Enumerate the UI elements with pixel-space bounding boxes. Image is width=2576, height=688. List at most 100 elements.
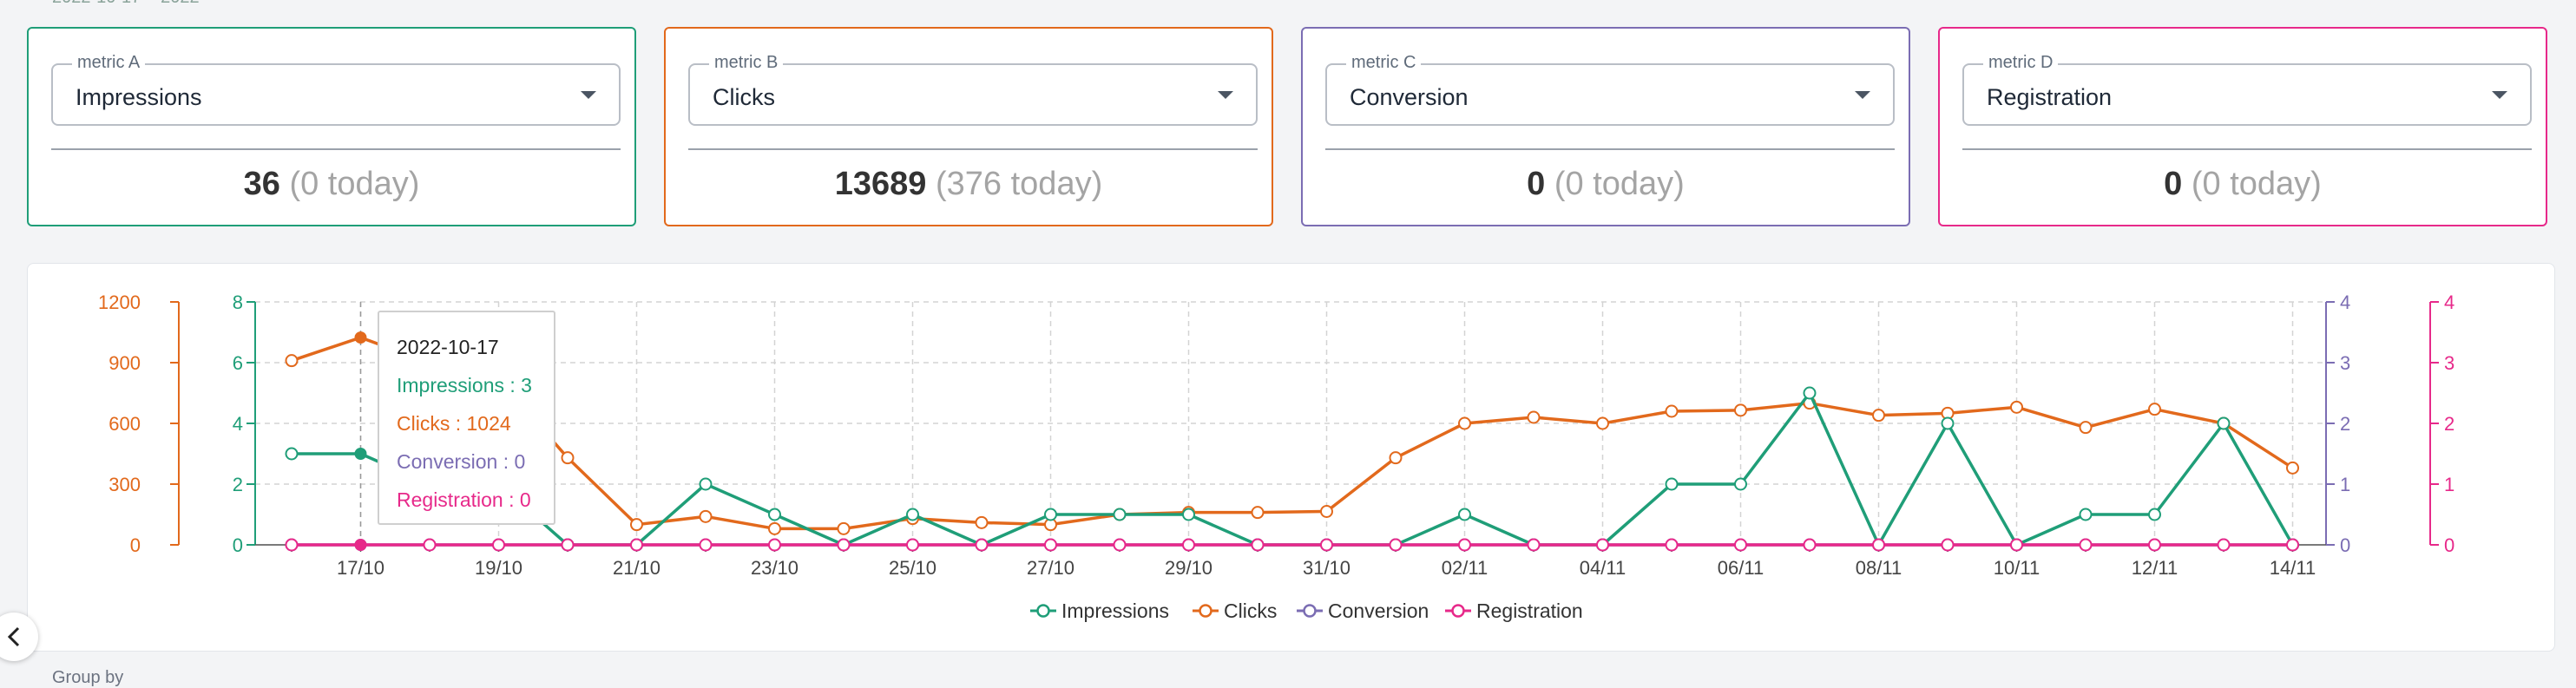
data-point-clicks[interactable]	[285, 354, 299, 368]
data-point-registration[interactable]	[1044, 538, 1057, 552]
data-point-registration[interactable]	[1527, 538, 1541, 552]
data-point-impressions[interactable]	[1803, 386, 1817, 400]
data-point-clicks[interactable]	[2010, 400, 2023, 414]
data-point-registration[interactable]	[1596, 538, 1609, 552]
data-point-clicks[interactable]	[768, 521, 781, 535]
data-point-impressions[interactable]	[1044, 508, 1057, 521]
data-point-impressions[interactable]	[2148, 508, 2161, 521]
metric-b-select[interactable]: metric B Clicks	[688, 53, 1258, 126]
data-point-clicks[interactable]	[630, 518, 643, 532]
data-point-registration[interactable]	[1941, 538, 1955, 552]
axis-right-outer-tick-label: 1	[2444, 474, 2454, 495]
data-point-clicks[interactable]	[2286, 461, 2299, 475]
data-point-registration[interactable]	[492, 538, 505, 552]
group-by-label: Group by	[52, 668, 124, 687]
metric-card-c: metric C Conversion 0 (0 today)	[1301, 27, 1910, 226]
dropdown-arrow-icon[interactable]	[1855, 91, 1870, 99]
data-point-registration[interactable]	[1320, 538, 1333, 552]
data-point-impressions[interactable]	[906, 508, 919, 521]
data-point-impressions[interactable]	[354, 448, 367, 460]
data-point-impressions[interactable]	[1734, 477, 1747, 491]
data-point-registration[interactable]	[1734, 538, 1747, 552]
data-point-registration[interactable]	[1182, 538, 1195, 552]
data-point-registration[interactable]	[1665, 538, 1679, 552]
data-point-registration[interactable]	[1803, 538, 1817, 552]
data-point-registration[interactable]	[837, 538, 851, 552]
data-point-registration[interactable]	[699, 538, 713, 552]
data-point-clicks[interactable]	[561, 451, 575, 465]
date-range-text: 2022-10-17 ~ 2022	[52, 0, 200, 8]
data-point-registration[interactable]	[1458, 538, 1471, 552]
dropdown-arrow-icon[interactable]	[2492, 91, 2507, 99]
legend-marker-registration[interactable]	[1451, 604, 1465, 618]
data-point-registration[interactable]	[423, 538, 437, 552]
axis-right-inner-tick-label: 1	[2340, 474, 2350, 495]
data-point-registration[interactable]	[768, 538, 781, 552]
data-point-registration[interactable]	[906, 538, 919, 552]
data-point-impressions[interactable]	[1941, 416, 1955, 430]
data-point-registration[interactable]	[2010, 538, 2023, 552]
data-point-clicks[interactable]	[1458, 416, 1471, 430]
data-point-impressions[interactable]	[1182, 508, 1195, 521]
data-point-impressions[interactable]	[768, 508, 781, 521]
dropdown-arrow-icon[interactable]	[1218, 91, 1233, 99]
legend-marker-conversion[interactable]	[1303, 604, 1317, 618]
x-tick-label: 27/10	[1027, 557, 1074, 579]
data-point-clicks[interactable]	[1872, 409, 1885, 423]
data-point-impressions[interactable]	[2079, 508, 2093, 521]
data-point-clicks[interactable]	[1389, 451, 1403, 465]
data-point-clicks[interactable]	[975, 515, 989, 529]
data-point-registration[interactable]	[2148, 538, 2161, 552]
data-point-clicks[interactable]	[354, 331, 367, 344]
chart-tooltip: 2022-10-17 Impressions : 3 Clicks : 1024…	[378, 311, 555, 525]
x-tick-label: 02/11	[1442, 557, 1488, 579]
data-point-registration[interactable]	[1251, 538, 1265, 552]
data-point-clicks[interactable]	[1596, 416, 1609, 430]
data-point-registration[interactable]	[975, 538, 989, 552]
data-point-clicks[interactable]	[1320, 505, 1333, 518]
data-point-impressions[interactable]	[1458, 508, 1471, 521]
data-point-clicks[interactable]	[2079, 421, 2093, 435]
axis-left-inner-tick-label: 8	[233, 292, 243, 313]
axis-left-inner-tick-label: 0	[233, 534, 243, 556]
x-tick-label: 21/10	[613, 557, 660, 579]
data-point-clicks[interactable]	[1734, 403, 1747, 417]
data-point-registration[interactable]	[630, 538, 643, 552]
data-point-impressions[interactable]	[1113, 508, 1127, 521]
legend-label-impressions: Impressions	[1061, 600, 1169, 622]
data-point-clicks[interactable]	[2148, 403, 2161, 416]
metric-d-select[interactable]: metric D Registration	[1962, 53, 2532, 126]
legend-marker-impressions[interactable]	[1036, 604, 1050, 618]
data-point-clicks[interactable]	[699, 509, 713, 523]
data-point-impressions[interactable]	[2217, 416, 2231, 430]
data-point-registration[interactable]	[2217, 538, 2231, 552]
data-point-registration[interactable]	[1872, 538, 1885, 552]
metric-c-select[interactable]: metric C Conversion	[1325, 53, 1895, 126]
data-point-registration[interactable]	[285, 538, 299, 552]
data-point-impressions[interactable]	[699, 477, 713, 491]
metric-a-select[interactable]: metric A Impressions	[51, 53, 621, 126]
card-divider	[1962, 148, 2532, 150]
data-point-clicks[interactable]	[1665, 404, 1679, 418]
dropdown-arrow-icon[interactable]	[581, 91, 596, 99]
data-point-impressions[interactable]	[285, 447, 299, 461]
data-point-registration[interactable]	[1113, 538, 1127, 552]
data-point-impressions[interactable]	[1665, 477, 1679, 491]
metric-a-value: Impressions	[76, 84, 202, 110]
tooltip-registration: Registration : 0	[397, 488, 531, 511]
axis-right-inner-tick-label: 4	[2340, 292, 2350, 313]
data-point-clicks[interactable]	[1251, 506, 1265, 520]
metric-d-label: metric D	[1983, 53, 2059, 73]
legend-marker-clicks[interactable]	[1199, 604, 1212, 618]
data-point-registration[interactable]	[354, 539, 367, 551]
data-point-registration[interactable]	[2286, 538, 2299, 552]
data-point-registration[interactable]	[561, 538, 575, 552]
metric-a-today: (0 today)	[289, 166, 420, 202]
data-point-clicks[interactable]	[1527, 410, 1541, 424]
metric-a-label: metric A	[72, 53, 146, 73]
metric-d-today: (0 today)	[2191, 166, 2322, 202]
metric-b-today: (376 today)	[936, 166, 1103, 202]
data-point-clicks[interactable]	[837, 521, 851, 535]
data-point-registration[interactable]	[2079, 538, 2093, 552]
data-point-registration[interactable]	[1389, 538, 1403, 552]
